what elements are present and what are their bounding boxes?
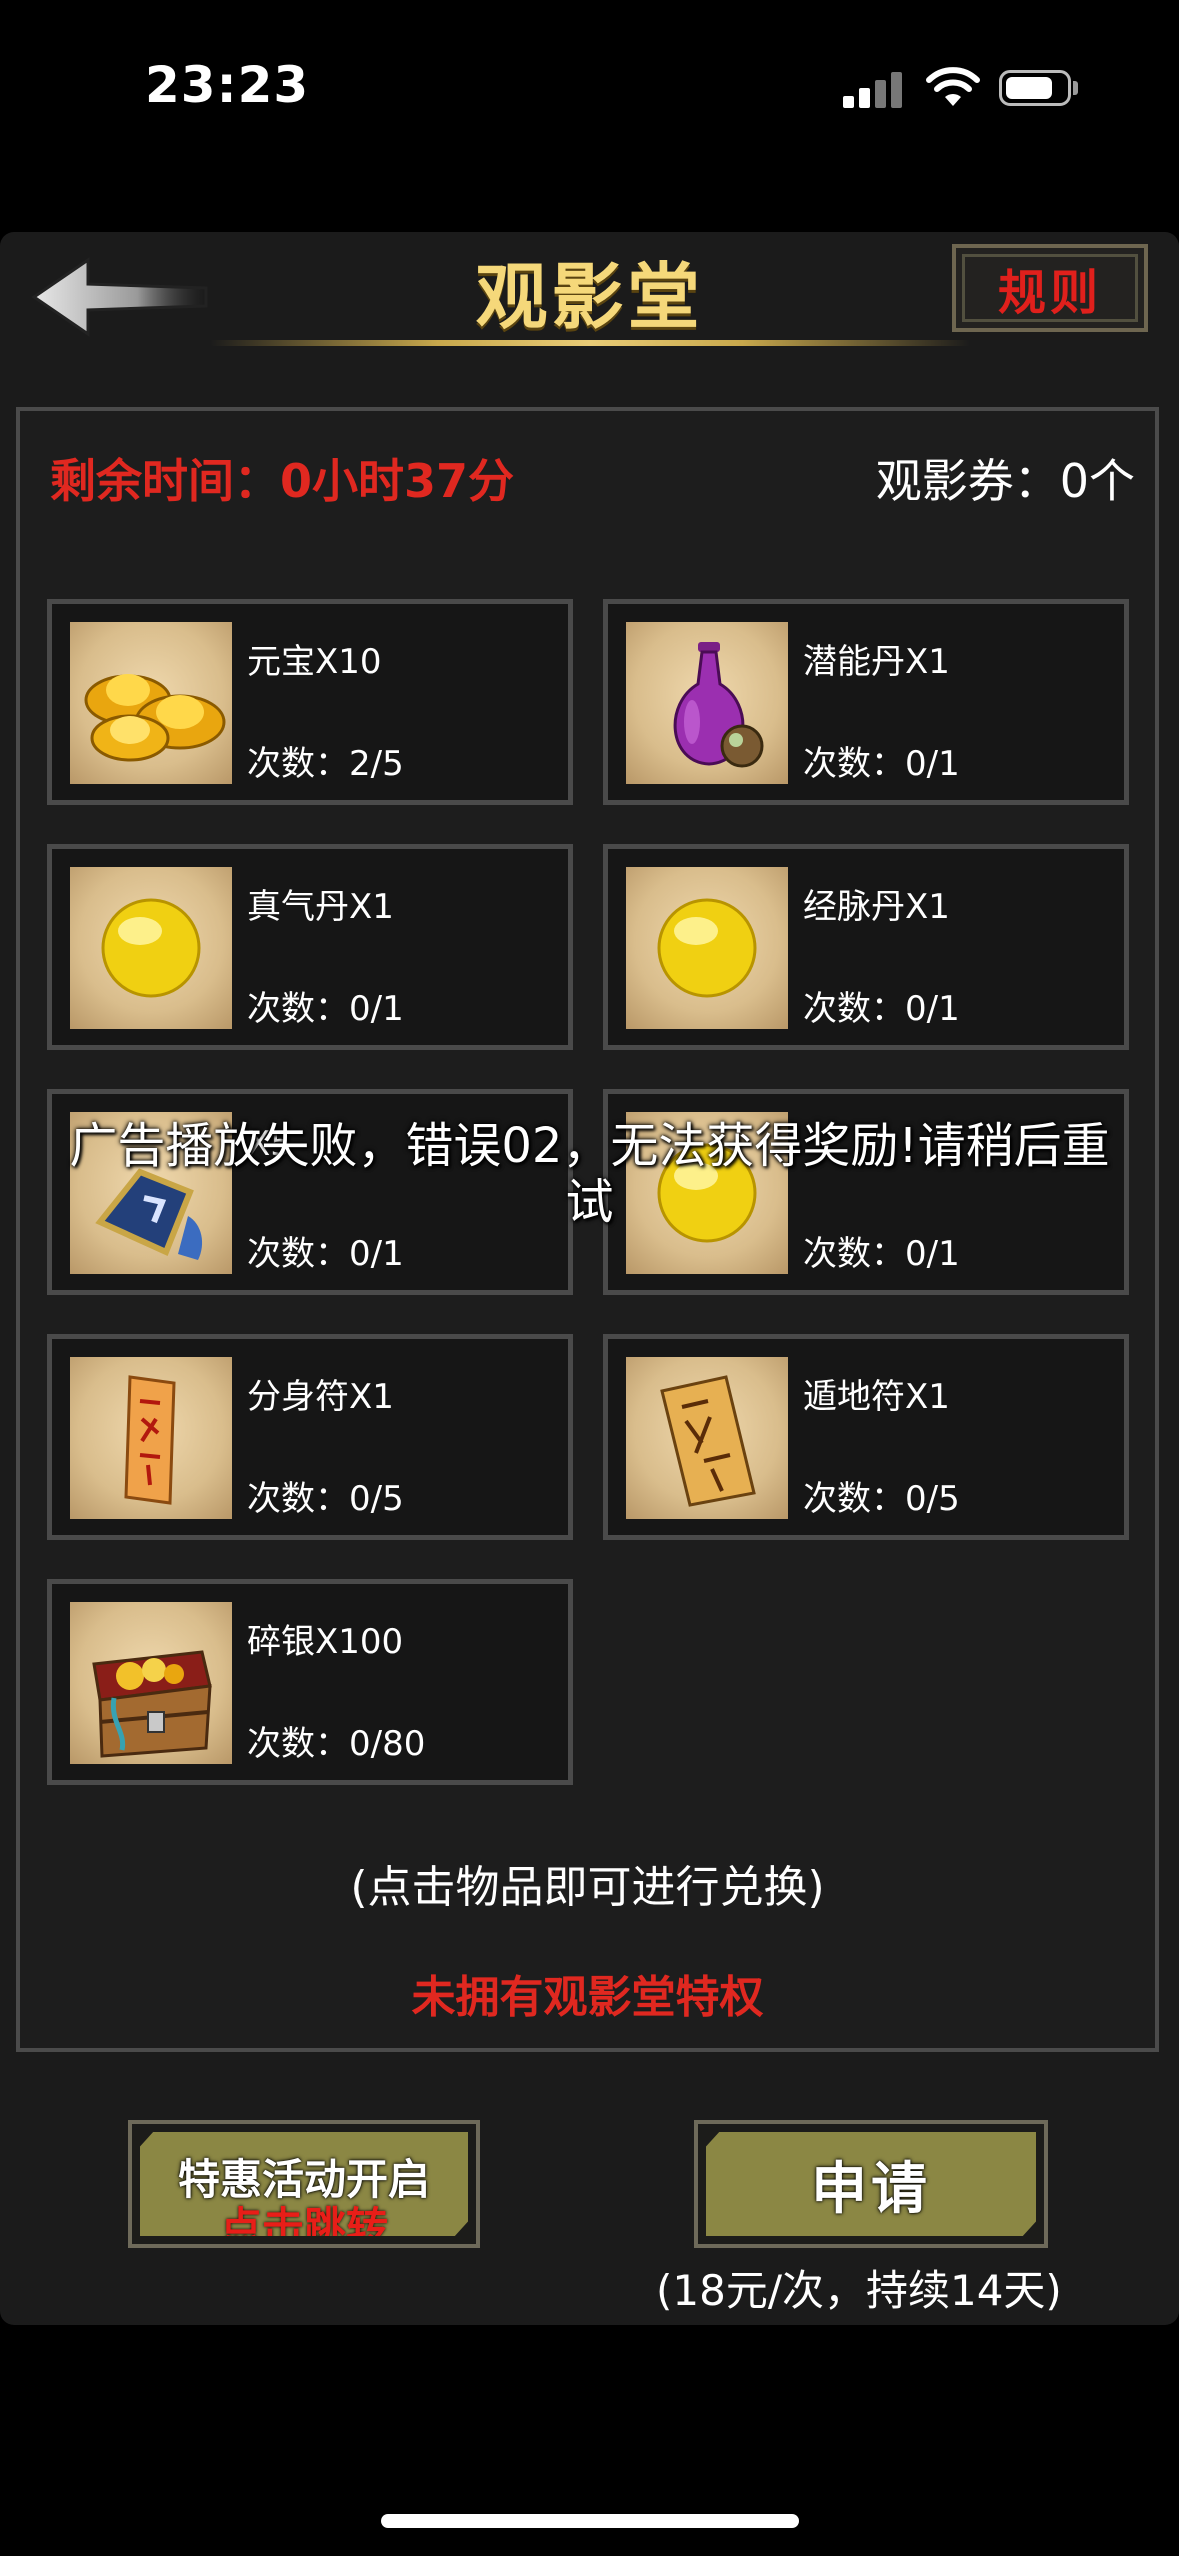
item-card-suiyin[interactable]: 碎银X100 次数：0/80 <box>47 1579 573 1785</box>
item-count: 次数：0/5 <box>803 1479 960 1519</box>
item-count: 次数：0/1 <box>803 1234 960 1274</box>
item-card-zhenqi-pill[interactable]: 真气丹X1 次数：0/1 <box>47 844 573 1050</box>
apply-button[interactable]: 申请 <box>694 2120 1048 2248</box>
event-button-subtitle: 点击跳转 <box>219 2203 388 2252</box>
item-name: 分身符X1 <box>247 1377 394 1417</box>
error-toast-line2: 试 <box>565 1174 614 1230</box>
item-card-dundi-talisman[interactable]: 遁地符X1 次数：0/5 <box>603 1334 1129 1540</box>
remaining-time: 剩余时间：0小时37分 <box>50 454 515 508</box>
item-name: 经脉丹X1 <box>803 887 950 927</box>
exchange-hint: (点击物品即可进行兑换) <box>350 1862 825 1913</box>
rules-button[interactable]: 规则 <box>952 244 1148 332</box>
paper-talisman-icon <box>70 1357 232 1519</box>
yellow-pill-icon <box>70 867 232 1029</box>
item-count: 次数：2/5 <box>247 744 404 784</box>
item-card-qianneng-pill[interactable]: 潜能丹X1 次数：0/1 <box>603 599 1129 805</box>
rules-button-label: 规则 <box>997 265 1102 321</box>
item-card-jingmai-pill[interactable]: 经脉丹X1 次数：0/1 <box>603 844 1129 1050</box>
item-count: 次数：0/1 <box>803 744 960 784</box>
event-jump-button[interactable]: 特惠活动开启 点击跳转 <box>128 2120 480 2248</box>
item-name: 潜能丹X1 <box>803 642 950 682</box>
paper-talisman-icon <box>626 1357 788 1519</box>
battery-icon <box>999 70 1071 106</box>
error-toast: 广告播放失败，错误02，无法获得奖励!请稍后重 试 <box>0 1118 1179 1230</box>
wifi-icon <box>926 67 980 106</box>
game-panel: 观影堂 规则 剩余时间：0小时37分 观影券：0个 元宝X10 次数：2/5 潜… <box>0 232 1179 2325</box>
item-name: 真气丹X1 <box>247 887 394 927</box>
purple-vase-icon <box>626 622 788 784</box>
item-name: 碎银X100 <box>247 1622 404 1662</box>
item-count: 次数：0/80 <box>247 1724 426 1764</box>
error-toast-line1: 广告播放失败，错误02，无法获得奖励!请稍后重 <box>69 1118 1110 1174</box>
item-count: 次数：0/1 <box>803 989 960 1029</box>
status-time: 23:23 <box>145 56 310 114</box>
item-count: 次数：0/5 <box>247 1479 404 1519</box>
privilege-status: 未拥有观影堂特权 <box>411 1972 764 2023</box>
ticket-count: 观影券：0个 <box>875 454 1135 508</box>
gold-ingot-icon <box>70 622 232 784</box>
home-indicator[interactable] <box>381 2514 799 2528</box>
treasure-chest-icon <box>70 1602 232 1764</box>
title-underline <box>210 340 970 346</box>
item-name: 元宝X10 <box>247 642 382 682</box>
item-card-yuanbao[interactable]: 元宝X10 次数：2/5 <box>47 599 573 805</box>
item-name: 遁地符X1 <box>803 1377 950 1417</box>
yellow-pill-icon <box>626 867 788 1029</box>
header: 观影堂 规则 <box>0 232 1179 362</box>
status-bar: 23:23 <box>0 0 1179 175</box>
item-card-fenshen-talisman[interactable]: 分身符X1 次数：0/5 <box>47 1334 573 1540</box>
apply-button-label: 申请 <box>811 2156 931 2222</box>
item-count: 次数：0/1 <box>247 989 404 1029</box>
item-count: 次数：0/1 <box>247 1234 404 1274</box>
status-icons <box>843 66 1083 108</box>
price-note: (18元/次，持续14天) <box>656 2266 1062 2315</box>
